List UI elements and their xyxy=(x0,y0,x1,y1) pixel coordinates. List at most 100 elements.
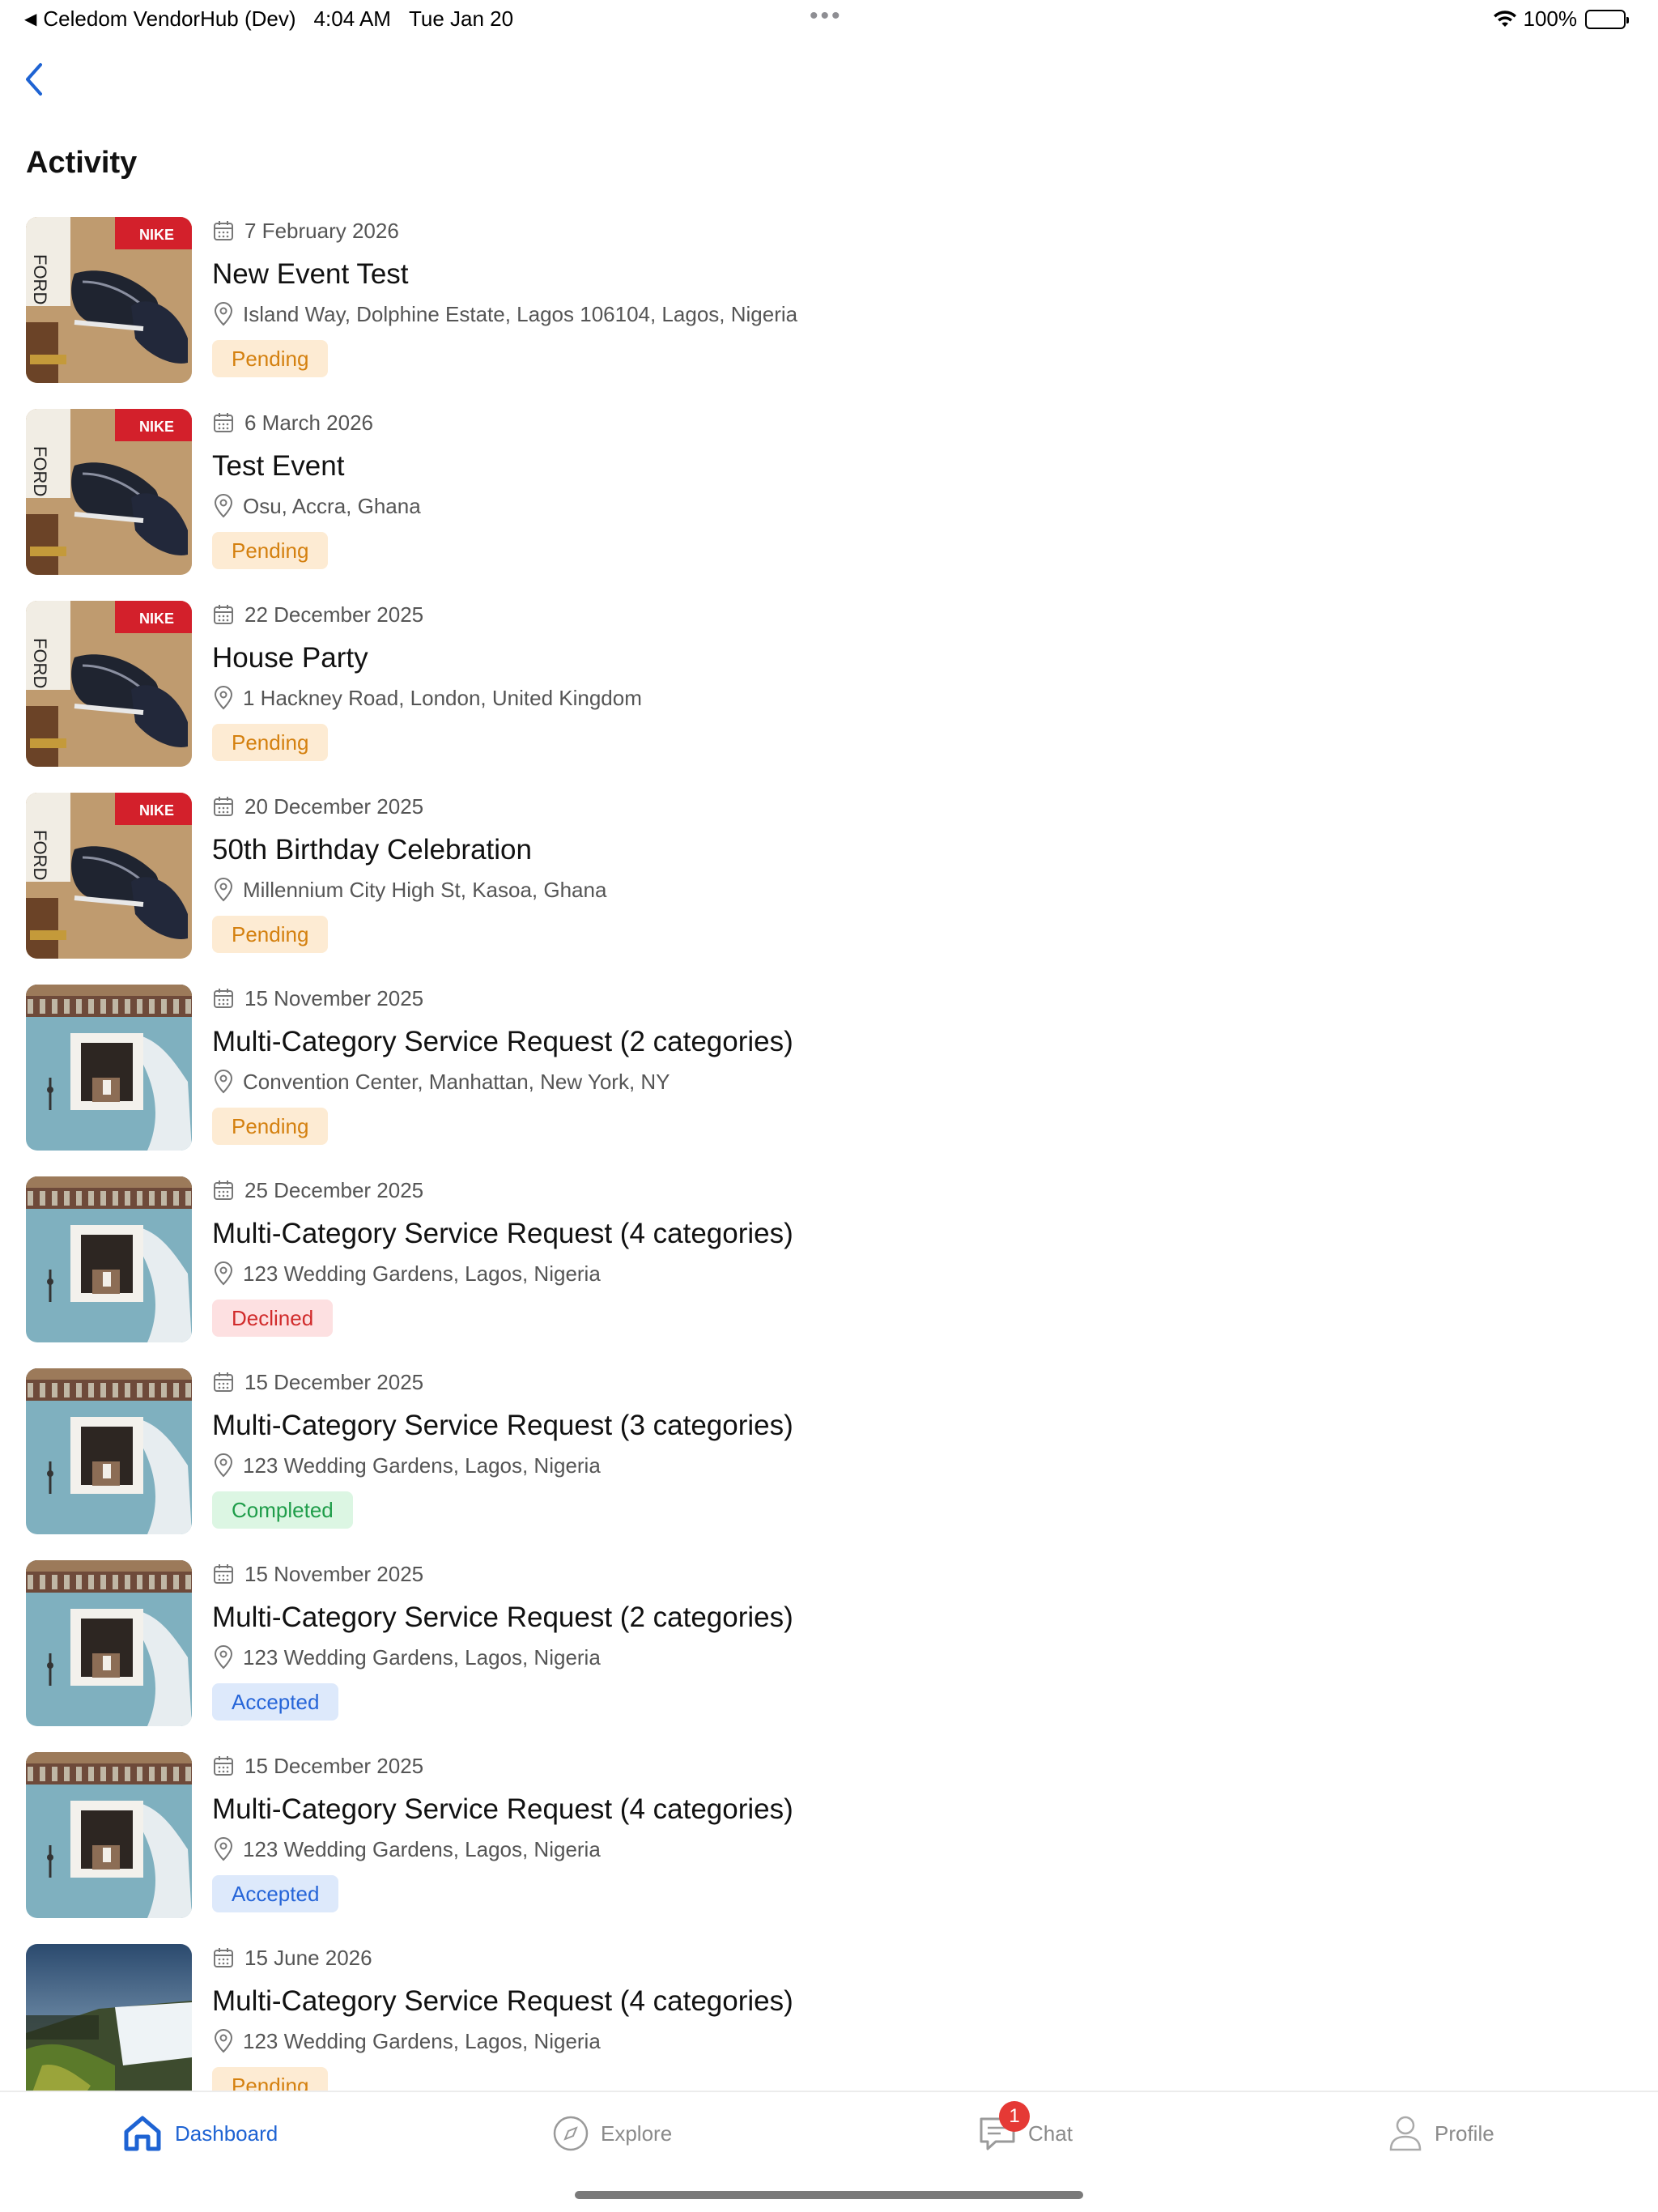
activity-date-row: 15 December 2025 xyxy=(212,1368,793,1396)
back-triangle-icon: ◀ xyxy=(24,11,37,28)
activity-location: 123 Wedding Gardens, Lagos, Nigeria xyxy=(243,1836,601,1861)
activity-item[interactable]: 15 December 2025 Multi-Category Service … xyxy=(26,1368,1629,1560)
activity-thumbnail xyxy=(26,1944,192,2091)
activity-date: 7 February 2026 xyxy=(244,218,399,243)
svg-text:NIKE: NIKE xyxy=(139,419,174,435)
activity-location-row: Convention Center, Manhattan, New York, … xyxy=(212,1067,793,1096)
status-badge: Pending xyxy=(212,916,329,953)
activity-title: New Event Test xyxy=(212,258,409,290)
location-pin-icon xyxy=(212,1453,235,1478)
status-back-link[interactable]: ◀ Celedom VendorHub (Dev) 4:04 AM Tue Ja… xyxy=(24,6,531,32)
activity-location-row: 123 Wedding Gardens, Lagos, Nigeria xyxy=(212,1643,793,1672)
calendar-icon xyxy=(212,1179,235,1202)
compass-icon xyxy=(552,2115,589,2152)
activity-details: 15 November 2025 Multi-Category Service … xyxy=(212,985,793,1176)
status-right: 100% xyxy=(1493,6,1629,32)
multitasking-dots-icon[interactable]: ••• xyxy=(810,4,843,28)
activity-item[interactable]: FORD NIKE 20 December 2025 50th Birthday … xyxy=(26,793,1629,985)
activity-item[interactable]: 15 November 2025 Multi-Category Service … xyxy=(26,985,1629,1176)
activity-thumbnail: FORD NIKE xyxy=(26,601,192,767)
activity-item[interactable]: FORD NIKE 6 March 2026 Test Event Osu, Ac… xyxy=(26,409,1629,601)
activity-item[interactable]: 15 December 2025 Multi-Category Service … xyxy=(26,1752,1629,1944)
svg-text:NIKE: NIKE xyxy=(139,610,174,627)
activity-date: 22 December 2025 xyxy=(244,602,424,627)
activity-thumbnail xyxy=(26,985,192,1151)
tab-dashboard[interactable]: Dashboard xyxy=(121,2113,278,2154)
svg-text:NIKE: NIKE xyxy=(139,802,174,819)
home-indicator[interactable] xyxy=(575,2191,1083,2199)
svg-text:FORD: FORD xyxy=(30,254,50,304)
activity-date-row: 7 February 2026 xyxy=(212,217,797,245)
status-time: 4:04 AM xyxy=(313,6,391,31)
svg-text:FORD: FORD xyxy=(30,446,50,496)
activity-item[interactable]: FORD NIKE 7 February 2026 New Event Test … xyxy=(26,217,1629,409)
tab-explore[interactable]: Explore xyxy=(552,2113,672,2154)
tab-chat[interactable]: 1 Chat xyxy=(978,2101,1073,2154)
location-pin-icon xyxy=(212,302,235,326)
location-pin-icon xyxy=(212,1070,235,1094)
activity-date-row: 15 June 2026 xyxy=(212,1944,793,1972)
status-badge: Completed xyxy=(212,1491,353,1529)
activity-details: 25 December 2025 Multi-Category Service … xyxy=(212,1176,793,1368)
activity-date-row: 15 December 2025 xyxy=(212,1752,793,1780)
activity-details: 15 June 2026 Multi-Category Service Requ… xyxy=(212,1944,793,2091)
activity-location: 1 Hackney Road, London, United Kingdom xyxy=(243,685,642,710)
activity-thumbnail xyxy=(26,1176,192,1342)
activity-details: 15 December 2025 Multi-Category Service … xyxy=(212,1752,793,1944)
status-badge: Pending xyxy=(212,532,329,569)
activity-thumbnail xyxy=(26,1560,192,1726)
activity-location: 123 Wedding Gardens, Lagos, Nigeria xyxy=(243,2028,601,2053)
activity-location: Island Way, Dolphine Estate, Lagos 10610… xyxy=(243,301,798,326)
location-pin-icon xyxy=(212,2029,235,2053)
activity-location-row: 123 Wedding Gardens, Lagos, Nigeria xyxy=(212,1259,793,1288)
calendar-icon xyxy=(212,1371,235,1393)
activity-thumbnail: FORD NIKE xyxy=(26,409,192,575)
activity-list[interactable]: FORD NIKE 7 February 2026 New Event Test … xyxy=(26,217,1629,2091)
tab-profile[interactable]: Profile xyxy=(1388,2113,1494,2154)
activity-location: 123 Wedding Gardens, Lagos, Nigeria xyxy=(243,1261,601,1286)
calendar-icon xyxy=(212,603,235,626)
location-pin-icon xyxy=(212,1645,235,1670)
status-badge: Pending xyxy=(212,724,329,761)
activity-details: 7 February 2026 New Event Test Island Wa… xyxy=(212,217,797,409)
activity-date-row: 15 November 2025 xyxy=(212,985,793,1012)
activity-item[interactable]: FORD NIKE 22 December 2025 House Party 1 … xyxy=(26,601,1629,793)
status-badge: Accepted xyxy=(212,1683,339,1721)
activity-date: 15 November 2025 xyxy=(244,985,424,1010)
calendar-icon xyxy=(212,987,235,1010)
activity-location-row: 123 Wedding Gardens, Lagos, Nigeria xyxy=(212,1835,793,1864)
activity-location-row: 123 Wedding Gardens, Lagos, Nigeria xyxy=(212,1451,793,1480)
activity-title: 50th Birthday Celebration xyxy=(212,834,532,866)
status-badge: Pending xyxy=(212,340,329,377)
wifi-icon xyxy=(1493,10,1517,28)
activity-date: 6 March 2026 xyxy=(244,410,373,435)
activity-item[interactable]: 15 June 2026 Multi-Category Service Requ… xyxy=(26,1944,1629,2091)
calendar-icon xyxy=(212,795,235,818)
calendar-icon xyxy=(212,1755,235,1777)
activity-details: 22 December 2025 House Party 1 Hackney R… xyxy=(212,601,642,793)
home-icon xyxy=(121,2114,164,2153)
activity-location: Osu, Accra, Ghana xyxy=(243,493,421,518)
activity-date: 15 November 2025 xyxy=(244,1561,424,1586)
activity-title: Multi-Category Service Request (2 catego… xyxy=(212,1602,793,1633)
activity-details: 6 March 2026 Test Event Osu, Accra, Ghan… xyxy=(212,409,421,601)
activity-location-row: 123 Wedding Gardens, Lagos, Nigeria xyxy=(212,2027,793,2056)
chat-icon: 1 xyxy=(978,2101,1030,2153)
activity-item[interactable]: 15 November 2025 Multi-Category Service … xyxy=(26,1560,1629,1752)
svg-text:NIKE: NIKE xyxy=(139,227,174,243)
chevron-left-icon xyxy=(26,63,42,96)
activity-item[interactable]: 25 December 2025 Multi-Category Service … xyxy=(26,1176,1629,1368)
activity-date: 15 December 2025 xyxy=(244,1369,424,1394)
battery-icon xyxy=(1585,9,1629,29)
calendar-icon xyxy=(212,219,235,242)
calendar-icon xyxy=(212,1946,235,1969)
status-badge: Pending xyxy=(212,2067,329,2091)
activity-details: 15 November 2025 Multi-Category Service … xyxy=(212,1560,793,1752)
tab-explore-label: Explore xyxy=(601,2121,673,2146)
status-back-app: Celedom VendorHub (Dev) xyxy=(43,6,296,31)
activity-date-row: 6 March 2026 xyxy=(212,409,421,436)
status-date: Tue Jan 20 xyxy=(408,6,514,31)
back-button[interactable] xyxy=(18,58,50,100)
location-pin-icon xyxy=(212,1837,235,1861)
status-badge: Pending xyxy=(212,1108,329,1145)
